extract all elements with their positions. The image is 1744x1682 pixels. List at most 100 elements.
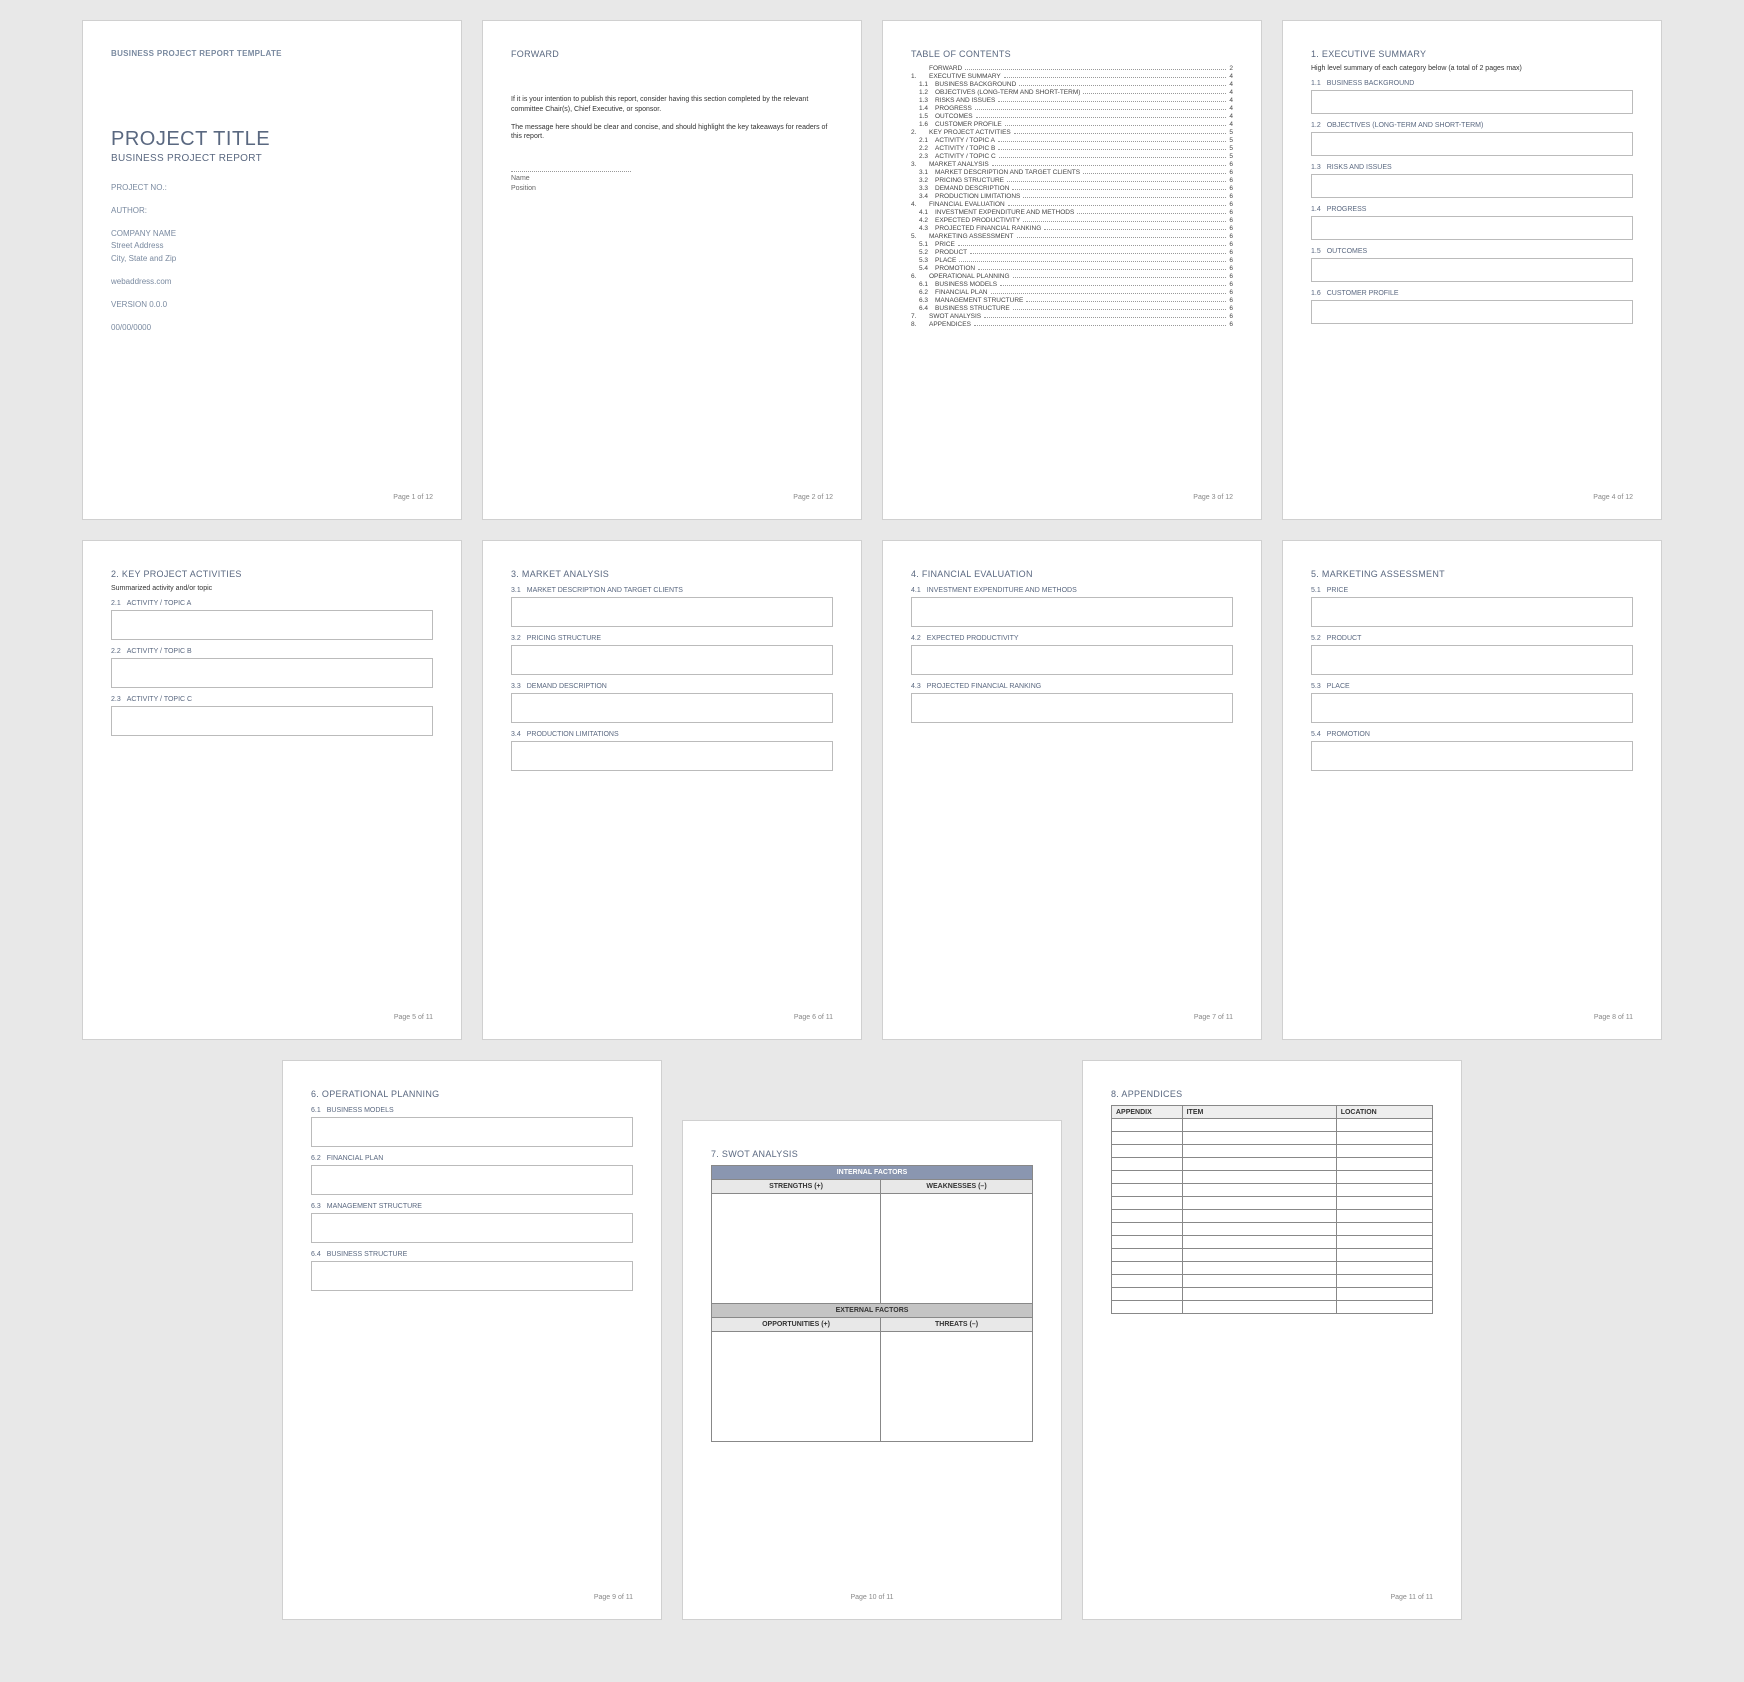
swot-external-header: EXTERNAL FACTORS [712,1304,1033,1318]
swot-title: 7. SWOT ANALYSIS [711,1149,1033,1159]
input-field[interactable] [511,597,833,627]
input-field[interactable] [311,1165,633,1195]
input-field[interactable] [111,610,433,640]
toc-row: 1.2OBJECTIVES (LONG-TERM AND SHORT-TERM)… [911,89,1233,96]
toc-page: 6 [1229,297,1233,304]
toc-row: 3.2PRICING STRUCTURE6 [911,177,1233,184]
toc-dots [1013,277,1227,278]
location-cell[interactable] [1336,1171,1432,1184]
toc-text: ACTIVITY / TOPIC A [935,137,995,144]
location-cell[interactable] [1336,1210,1432,1223]
input-field[interactable] [911,693,1233,723]
location-cell[interactable] [1336,1301,1432,1314]
appendix-cell[interactable] [1112,1197,1183,1210]
location-cell[interactable] [1336,1249,1432,1262]
input-field[interactable] [1311,597,1633,627]
subsection-label: 3.4PRODUCTION LIMITATIONS [511,731,833,738]
input-field[interactable] [311,1261,633,1291]
appendix-cell[interactable] [1112,1145,1183,1158]
input-field[interactable] [1311,693,1633,723]
input-field[interactable] [1311,741,1633,771]
location-cell[interactable] [1336,1132,1432,1145]
page-2: FORWARD If it is your intention to publi… [482,20,862,520]
item-cell[interactable] [1182,1210,1336,1223]
input-field[interactable] [511,693,833,723]
page-8: 5. MARKETING ASSESSMENT 5.1PRICE5.2PRODU… [1282,540,1662,1040]
item-cell[interactable] [1182,1171,1336,1184]
appendix-cell[interactable] [1112,1210,1183,1223]
input-field[interactable] [311,1117,633,1147]
toc-num: 3.4 [911,193,935,200]
toc-dots [975,109,1227,110]
input-field[interactable] [511,741,833,771]
subsection-label: 5.1PRICE [1311,587,1633,594]
input-field[interactable] [1311,258,1633,282]
appendix-cell[interactable] [1112,1288,1183,1301]
item-cell[interactable] [1182,1119,1336,1132]
item-cell[interactable] [1182,1288,1336,1301]
toc-row: 5.1PRICE6 [911,241,1233,248]
item-cell[interactable] [1182,1184,1336,1197]
page-row-1: BUSINESS PROJECT REPORT TEMPLATE PROJECT… [82,20,1662,520]
item-cell[interactable] [1182,1249,1336,1262]
toc-page: 6 [1229,265,1233,272]
input-field[interactable] [1311,174,1633,198]
item-cell[interactable] [1182,1145,1336,1158]
input-field[interactable] [111,658,433,688]
item-cell[interactable] [1182,1301,1336,1314]
subsection-label: 4.2EXPECTED PRODUCTIVITY [911,635,1233,642]
appendix-cell[interactable] [1112,1262,1183,1275]
toc-dots [1013,309,1227,310]
toc-page: 6 [1229,169,1233,176]
location-cell[interactable] [1336,1119,1432,1132]
location-cell[interactable] [1336,1184,1432,1197]
appendix-cell[interactable] [1112,1275,1183,1288]
appendix-col-appendix: APPENDIX [1112,1106,1183,1119]
item-cell[interactable] [1182,1197,1336,1210]
location-cell[interactable] [1336,1158,1432,1171]
input-field[interactable] [1311,90,1633,114]
location-cell[interactable] [1336,1197,1432,1210]
item-cell[interactable] [1182,1223,1336,1236]
location-cell[interactable] [1336,1262,1432,1275]
project-subtitle: BUSINESS PROJECT REPORT [111,153,433,164]
appendix-cell[interactable] [1112,1171,1183,1184]
toc-num: 6. [911,273,929,280]
toc-dots [970,253,1226,254]
appendix-cell[interactable] [1112,1223,1183,1236]
input-field[interactable] [111,706,433,736]
appendix-cell[interactable] [1112,1119,1183,1132]
location-cell[interactable] [1336,1223,1432,1236]
input-field[interactable] [1311,645,1633,675]
appendix-cell[interactable] [1112,1301,1183,1314]
appendix-cell[interactable] [1112,1158,1183,1171]
appendix-cell[interactable] [1112,1236,1183,1249]
input-field[interactable] [311,1213,633,1243]
location-cell[interactable] [1336,1275,1432,1288]
location-cell[interactable] [1336,1288,1432,1301]
input-field[interactable] [511,645,833,675]
toc-dots [976,117,1227,118]
item-cell[interactable] [1182,1158,1336,1171]
position-label: Position [511,185,833,192]
subsection-label: 2.3ACTIVITY / TOPIC C [111,696,433,703]
table-row [1112,1236,1433,1249]
location-cell[interactable] [1336,1145,1432,1158]
item-cell[interactable] [1182,1132,1336,1145]
input-field[interactable] [1311,300,1633,324]
location-cell[interactable] [1336,1236,1432,1249]
input-field[interactable] [911,645,1233,675]
toc-num: 1.1 [911,81,935,88]
item-cell[interactable] [1182,1275,1336,1288]
toc-text: MANAGEMENT STRUCTURE [935,297,1023,304]
swot-internal-header: INTERNAL FACTORS [712,1166,1033,1180]
appendix-cell[interactable] [1112,1132,1183,1145]
input-field[interactable] [911,597,1233,627]
toc-num: 2.2 [911,145,935,152]
item-cell[interactable] [1182,1262,1336,1275]
input-field[interactable] [1311,216,1633,240]
input-field[interactable] [1311,132,1633,156]
appendix-cell[interactable] [1112,1249,1183,1262]
appendix-cell[interactable] [1112,1184,1183,1197]
item-cell[interactable] [1182,1236,1336,1249]
